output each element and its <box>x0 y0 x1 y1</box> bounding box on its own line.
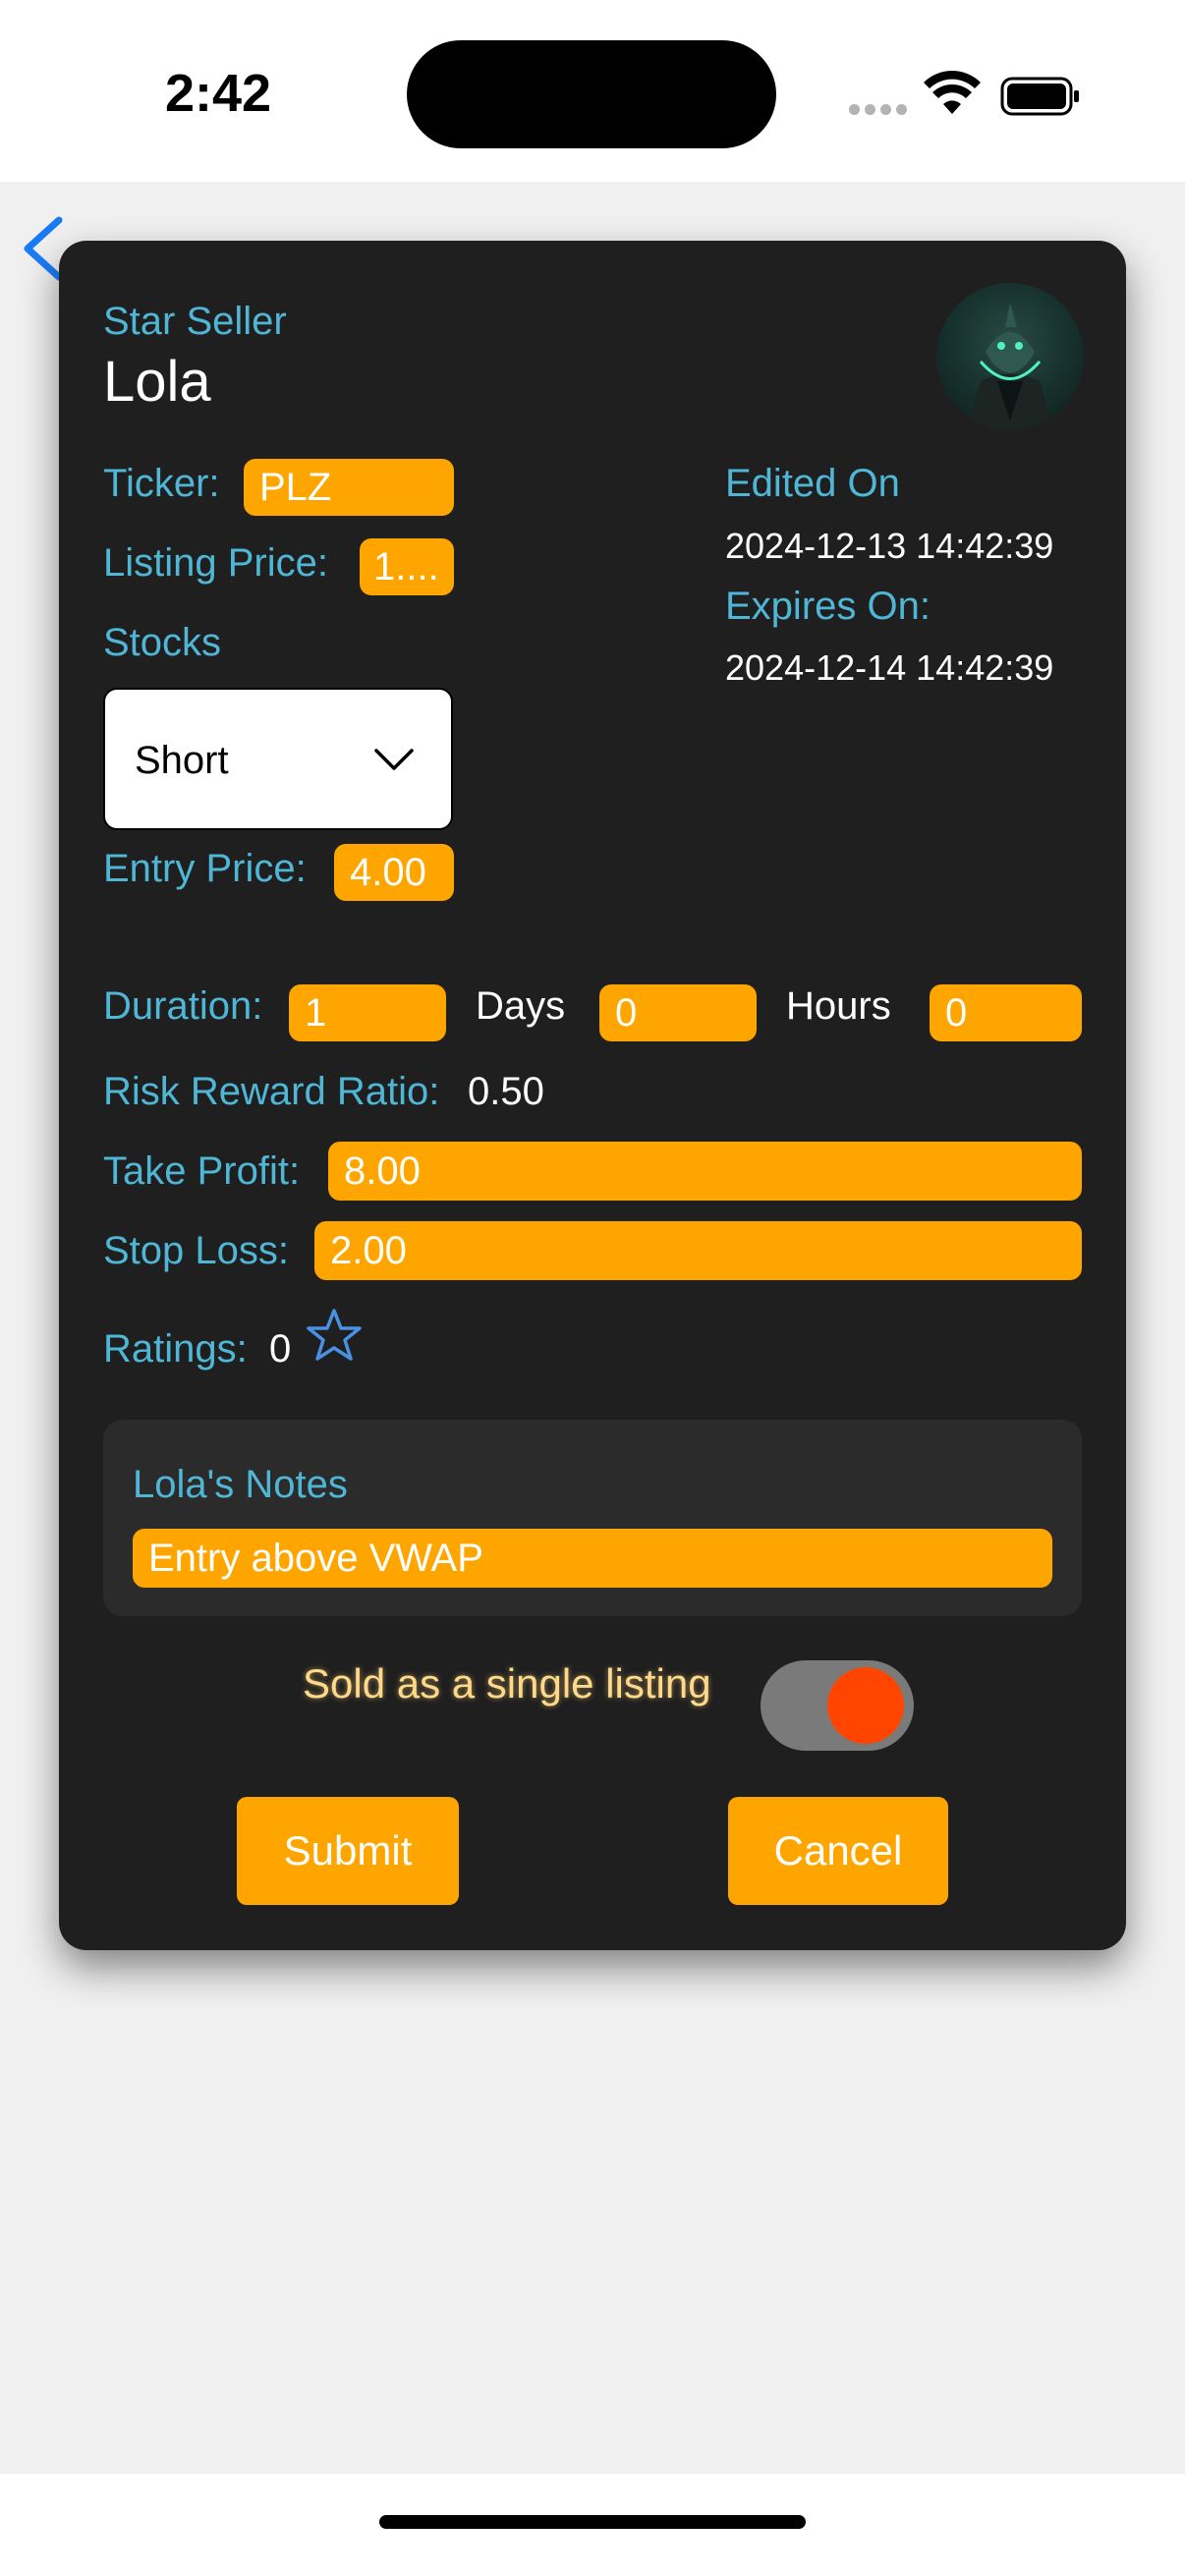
stocks-label: Stocks <box>103 621 222 664</box>
risk-reward-label: Risk Reward Ratio: <box>103 1070 440 1113</box>
submit-button[interactable]: Submit <box>237 1797 459 1905</box>
home-indicator[interactable] <box>379 2515 806 2529</box>
duration-minutes-field[interactable]: 0 <box>930 984 1082 1041</box>
status-bar: 2:42 <box>0 0 1185 182</box>
position-dropdown[interactable]: Short <box>103 688 453 830</box>
listing-price-label: Listing Price: <box>103 541 328 585</box>
toggle-knob <box>827 1667 904 1744</box>
take-profit-field[interactable]: 8.00 <box>328 1142 1082 1201</box>
position-dropdown-value: Short <box>135 739 229 782</box>
duration-hours-field[interactable]: 0 <box>599 984 757 1041</box>
duration-days-field[interactable]: 1 <box>289 984 446 1041</box>
seller-name: Lola <box>103 350 211 414</box>
cellular-signal-icon <box>849 102 912 120</box>
listing-price-field[interactable]: 1.... <box>360 538 454 595</box>
duration-label: Duration: <box>103 984 263 1028</box>
notes-field[interactable]: Entry above VWAP <box>133 1529 1052 1588</box>
days-label: Days <box>476 984 566 1028</box>
listing-card: Star Seller Lola Ticker: PLZ Listing Pri… <box>59 241 1126 1950</box>
notes-box: Lola's Notes Entry above VWAP <box>103 1420 1082 1616</box>
seller-label: Star Seller <box>103 300 287 343</box>
ratings-label: Ratings: <box>103 1327 248 1371</box>
dynamic-island <box>407 40 776 148</box>
star-rating-icon[interactable] <box>305 1307 364 1364</box>
cancel-button[interactable]: Cancel <box>728 1797 948 1905</box>
risk-reward-value: 0.50 <box>468 1070 544 1113</box>
home-bar <box>0 2474 1185 2576</box>
stop-loss-field[interactable]: 2.00 <box>314 1221 1082 1280</box>
chevron-down-icon <box>374 749 414 770</box>
wifi-icon <box>924 71 981 114</box>
single-listing-label: Sold as a single listing <box>303 1660 711 1707</box>
entry-price-label: Entry Price: <box>103 847 307 890</box>
ticker-label: Ticker: <box>103 462 220 505</box>
battery-icon <box>1000 77 1079 116</box>
notes-title: Lola's Notes <box>133 1463 348 1506</box>
expires-on-value: 2024-12-14 14:42:39 <box>725 647 1054 688</box>
ticker-field[interactable]: PLZ <box>244 459 454 516</box>
status-time: 2:42 <box>165 64 272 123</box>
single-listing-toggle[interactable] <box>761 1660 914 1751</box>
hours-label: Hours <box>786 984 891 1028</box>
shark-avatar-icon <box>966 303 1054 430</box>
seller-avatar[interactable] <box>936 283 1084 430</box>
ratings-value: 0 <box>269 1327 292 1371</box>
expires-on-label: Expires On: <box>725 585 931 628</box>
edited-on-value: 2024-12-13 14:42:39 <box>725 526 1054 566</box>
entry-price-field[interactable]: 4.00 <box>334 844 454 901</box>
edited-on-label: Edited On <box>725 462 900 505</box>
stop-loss-label: Stop Loss: <box>103 1229 290 1272</box>
take-profit-label: Take Profit: <box>103 1149 301 1193</box>
